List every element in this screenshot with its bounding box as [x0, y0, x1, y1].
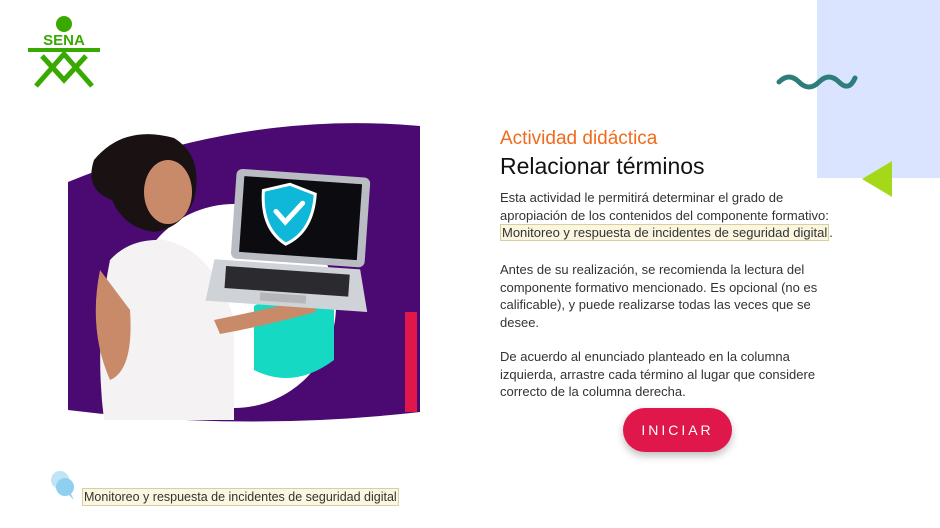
chat-bubble-icon: [51, 471, 74, 500]
sena-logo: SENA: [28, 16, 100, 88]
start-button[interactable]: INICIAR: [623, 408, 732, 452]
activity-label: Actividad didáctica: [500, 128, 658, 149]
squiggle-decoration: [776, 74, 858, 90]
description-text: Esta actividad le permitirá determinar e…: [500, 190, 829, 223]
description-paragraph-2: Antes de su realización, se recomienda l…: [500, 262, 818, 330]
footer-component-link[interactable]: Monitoreo y respuesta de incidentes de s…: [82, 488, 399, 506]
description-paragraph-3: De acuerdo al enunciado planteado en la …: [500, 349, 816, 399]
component-link[interactable]: Monitoreo y respuesta de incidentes de s…: [500, 224, 830, 241]
logo-text: SENA: [43, 32, 85, 49]
description-end: .: [829, 225, 833, 240]
triangle-decoration: [862, 161, 892, 197]
description-paragraph-1: Esta actividad le permitirá determinar e…: [500, 189, 845, 242]
hero-illustration: [68, 123, 420, 422]
activity-title: Relacionar términos: [500, 153, 705, 179]
